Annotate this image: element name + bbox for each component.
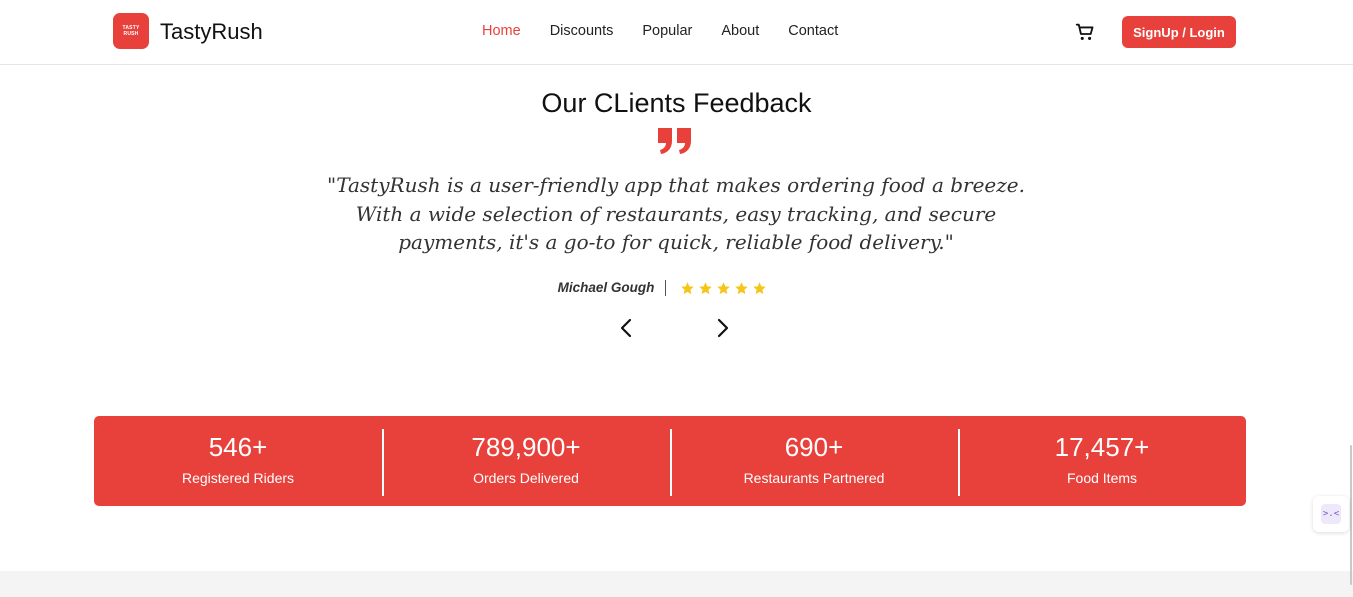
testimonial-meta: Michael Gough [0, 280, 1353, 296]
star-icon [753, 281, 767, 294]
stat-food-items: 17,457+ Food Items [958, 416, 1246, 506]
stat-orders-delivered: 789,900+ Orders Delivered [382, 416, 670, 506]
stat-value: 546+ [208, 432, 268, 462]
rating-stars [680, 281, 767, 296]
scrollbar-thumb[interactable] [1350, 445, 1352, 585]
nav-home[interactable]: Home [482, 23, 521, 39]
feedback-title: Our CLients Feedback [541, 88, 812, 118]
stat-value: 690+ [784, 432, 844, 462]
quote-icon [658, 128, 691, 154]
main-nav: Home Discounts Popular About Contact [482, 23, 867, 39]
site-header: TASTY RUSH TastyRush Home Discounts Popu… [0, 0, 1353, 65]
stat-restaurants-partnered: 690+ Restaurants Partnered [670, 416, 958, 506]
star-icon [681, 281, 695, 294]
stat-value: 789,900+ [471, 432, 581, 462]
testimonial-author: Michael Gough [558, 280, 667, 296]
stat-label: Food Items [1066, 470, 1138, 486]
stat-label: Restaurants Partnered [743, 470, 885, 486]
stats-banner: 546+ Registered Riders 789,900+ Orders D… [94, 416, 1246, 506]
chevron-right-icon[interactable] [713, 317, 733, 339]
star-icon [735, 281, 749, 294]
logo-line-2: RUSH [123, 31, 139, 37]
brand-logo[interactable]: TASTY RUSH [113, 13, 149, 49]
stat-label: Registered Riders [181, 470, 295, 486]
testimonial-quote: "TastyRush is a user-friendly app that m… [327, 173, 1025, 254]
nav-popular[interactable]: Popular [642, 23, 692, 39]
nav-about[interactable]: About [721, 23, 759, 39]
footer-top-edge [0, 571, 1353, 597]
signup-login-button[interactable]: SignUp / Login [1122, 16, 1236, 48]
star-icon [717, 281, 731, 294]
stat-label: Orders Delivered [473, 470, 579, 486]
nav-discounts[interactable]: Discounts [550, 23, 614, 39]
nav-contact[interactable]: Contact [788, 23, 838, 39]
brand-name[interactable]: TastyRush [160, 19, 263, 45]
floating-widget-button[interactable]: >.< [1313, 496, 1349, 532]
stat-registered-riders: 546+ Registered Riders [94, 416, 382, 506]
star-icon [699, 281, 713, 294]
scrollbar[interactable] [1349, 65, 1353, 597]
stat-value: 17,457+ [1054, 432, 1150, 462]
shopping-cart-icon[interactable] [1074, 21, 1096, 43]
chevron-left-icon[interactable] [616, 317, 636, 339]
widget-face-icon: >.< [1321, 504, 1341, 524]
